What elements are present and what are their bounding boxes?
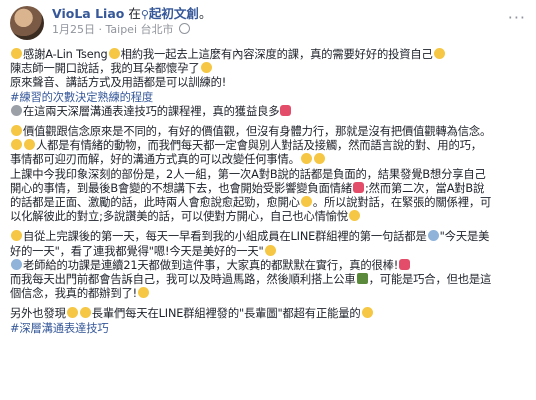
place-link[interactable]: 起初文創 [149, 6, 199, 21]
line-text: "今天是美 [439, 230, 490, 244]
line-text: 陳志師一開口說話，我的耳朵都懷孕了 [10, 62, 200, 76]
separator: · [98, 23, 103, 36]
person-icon [313, 153, 325, 165]
pen-icon [11, 258, 22, 270]
angry-icon [353, 181, 365, 193]
line-text: 自從上完課後的第一天，每天一早看到我的小組成員在LINE群組裡的第一句話都是 [23, 230, 427, 244]
text-line: 個信念，我真的都辦到了! [10, 287, 526, 301]
author-row: VioLa Liao 在⚲起初文創。 [52, 6, 211, 22]
post-header: VioLa Liao 在⚲起初文創。 1月25日 · Taipei 台北市 ··… [10, 6, 526, 48]
line-text: 人都是有情緒的動物，而我們每天都一定會與別人對話及接觸，然而語言說的對、用的巧， [36, 139, 482, 153]
line-text: 以化解彼此的對立;多說讚美的話，可以使對方開心，自己也心情愉悅 [10, 210, 349, 224]
text-line: 另外也發現 長輩們每天在LINE群組裡發的"長輩圖"都超有正能量的 [10, 307, 526, 321]
line-text: 相約我一起去上這麼有內容深度的課，真的需要好好的投資自己 [120, 48, 433, 61]
line-text: 好的一天"，看了連我都覺得"嗯!今天是美好的一天" [10, 244, 264, 258]
at-label: 在 [128, 6, 141, 21]
text-line: 老師給的功課是連續21天都做到這件事，大家真的都默默在實行，真的很棒! [10, 258, 526, 273]
text-line: 開心的事情，到最後B會變的不想講下去，也會開始受影響變負面情緒 ;然而第二次，當A… [10, 181, 526, 196]
person-icon [24, 139, 35, 151]
line-text: 價值觀跟信念原來是不同的，有好的價值觀，但沒有身體力行，那就是沒有把價值觀轉為信… [23, 125, 492, 139]
post-meta: VioLa Liao 在⚲起初文創。 1月25日 · Taipei 台北市 [52, 6, 211, 37]
text-line: 的話都是正面、激勵的話，此時兩人會愈說愈起勁，愈開心 。所以說對話，在緊張的關係裡… [10, 196, 526, 210]
text-line: 感謝A-Lin Tseng 相約我一起去上這麼有內容深度的課，真的需要好好的投資自… [10, 48, 526, 62]
line-text: 另外也發現 [10, 307, 66, 321]
line-text: 個信念，我真的都辦到了! [10, 287, 137, 301]
grandma-icon [79, 307, 91, 319]
line-text: 的話都是正面、激勵的話，此時兩人會愈說愈起勁，愈開心 [10, 196, 300, 210]
avatar[interactable] [10, 6, 44, 40]
person-icon [300, 153, 312, 165]
line-text: 。所以說對話，在緊張的關係裡，可 [312, 196, 492, 210]
text-line: 事情都可迎刃而解，好的溝通方式真的可以改變任何事情。 [10, 153, 526, 167]
line-text: ，可能是巧合，但也是這 [368, 273, 492, 287]
author-name[interactable]: VioLa Liao [52, 6, 124, 21]
more-icon[interactable]: ··· [508, 8, 526, 27]
grandpa-icon [66, 307, 78, 319]
bus-icon [356, 273, 368, 285]
pen-icon [427, 230, 439, 242]
hundred-icon [399, 258, 411, 270]
text-line: 陳志師一開口說話，我的耳朵都懷孕了 [10, 62, 526, 76]
sunglasses-icon [433, 48, 445, 59]
text-line: 上課中今我印象深刻的部份是，2人一組，第一次A對B說的話都是負面的，結果發覺B想… [10, 167, 486, 181]
hashtag[interactable]: #練習的次數決定熟練的程度 [10, 91, 526, 105]
globe-icon [179, 23, 190, 34]
text-line: 自從上完課後的第一天，每天一早看到我的小組成員在LINE群組裡的第一句話都是 "今… [10, 230, 526, 244]
line-text: 感謝A-Lin Tseng [23, 48, 108, 61]
text-line: 人都是有情緒的動物，而我們每天都一定會與別人對話及接觸，然而語言說的對、用的巧， [10, 139, 526, 153]
line-text: ;然而第二次，當A對B說 [365, 181, 485, 195]
text-line: 以化解彼此的對立;多說讚美的話，可以使對方開心，自己也心情愉悅 [10, 210, 526, 224]
smile-icon [108, 48, 120, 59]
location-pin-icon: ⚲ [140, 8, 149, 21]
post-body: 感謝A-Lin Tseng 相約我一起去上這麼有內容深度的課，真的需要好好的投資自… [10, 48, 526, 336]
grin-icon [300, 196, 312, 208]
line-text: 開心的事情，到最後B會變的不想講下去，也會開始受影響變負面情緒 [10, 181, 353, 195]
line-text: 而我每天出門前都會告訴自己，我可以及時過馬路，然後順利搭上公車 [10, 273, 356, 287]
punct: 。 [198, 6, 212, 21]
text-line: 在這兩天深層溝通表達技巧的課程裡，真的獲益良多 [10, 104, 526, 119]
text-line: 好的一天"，看了連我都覺得"嗯!今天是美好的一天" [10, 244, 526, 259]
thinking-icon [11, 125, 22, 137]
post-date[interactable]: 1月25日 [52, 23, 95, 36]
laugh-icon [349, 210, 361, 222]
laugh-icon [200, 62, 212, 74]
note-icon [11, 104, 22, 116]
star-eyes-icon [11, 230, 22, 242]
wave-icon [11, 139, 22, 151]
hashtag[interactable]: #深層溝通表達技巧 [10, 322, 526, 336]
party-icon [11, 48, 22, 59]
laugh-icon [138, 287, 149, 299]
heart-icon [280, 104, 292, 116]
text-line: 而我每天出門前都會告訴自己，我可以及時過馬路，然後順利搭上公車 ，可能是巧合，但也… [10, 273, 526, 287]
line-text: 長輩們每天在LINE群組裡發的"長輩圖"都超有正能量的 [91, 307, 361, 321]
text-line: 原來聲音、講話方式及用語都是可以訓練的! [10, 76, 227, 90]
post-location[interactable]: Taipei 台北市 [106, 23, 174, 36]
line-text: 老師給的功課是連續21天都做到這件事，大家真的都默默在實行，真的很棒! [23, 258, 399, 272]
facebook-post: VioLa Liao 在⚲起初文創。 1月25日 · Taipei 台北市 ··… [0, 0, 536, 400]
line-text: 在這兩天深層溝通表達技巧的課程裡，真的獲益良多 [23, 104, 280, 118]
post-subline: 1月25日 · Taipei 台北市 [52, 22, 211, 37]
text-line: 價值觀跟信念原來是不同的，有好的價值觀，但沒有身體力行，那就是沒有把價值觀轉為信… [10, 125, 526, 139]
line-text: 事情都可迎刃而解，好的溝通方式真的可以改變任何事情。 [10, 153, 300, 167]
laugh-icon [361, 307, 373, 319]
grin-icon [264, 244, 276, 256]
